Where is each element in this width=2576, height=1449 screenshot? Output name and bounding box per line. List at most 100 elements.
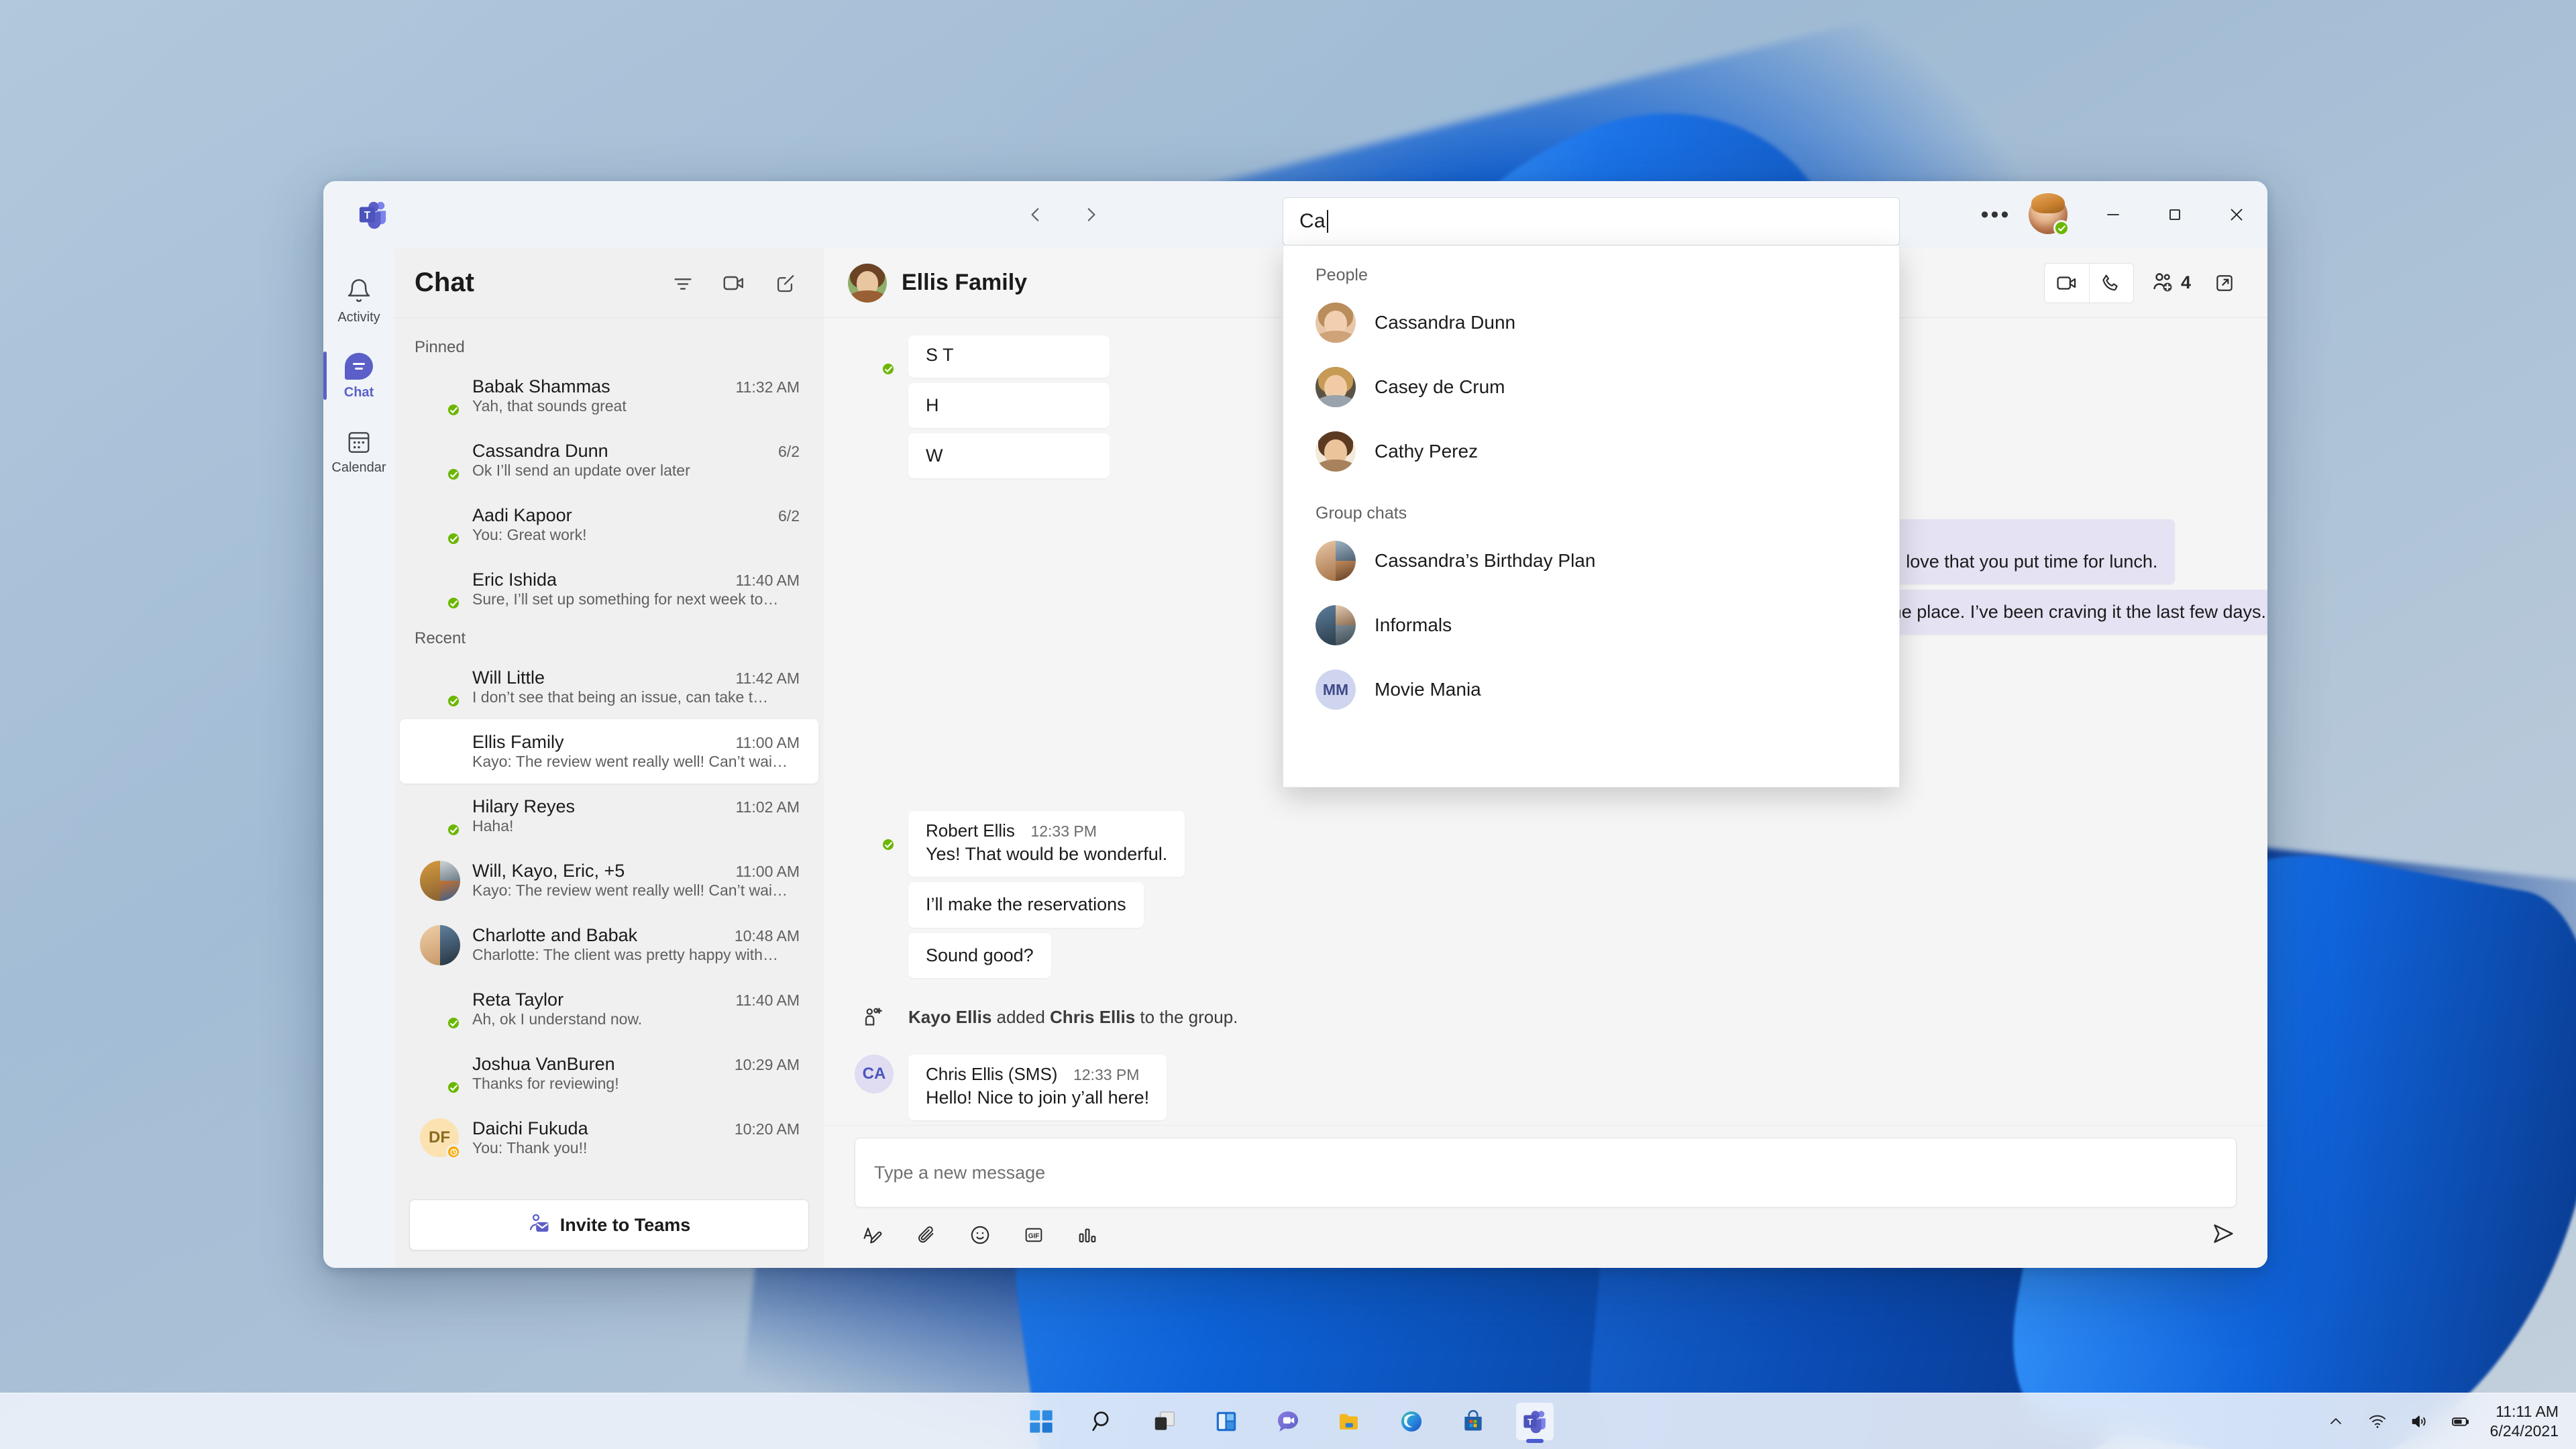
message-sender: Robert Ellis bbox=[926, 820, 1015, 841]
search-result-group[interactable]: Informals bbox=[1283, 593, 1899, 657]
avatar bbox=[855, 811, 896, 853]
list-item-time: 6/2 bbox=[778, 507, 800, 525]
show-hidden-icons-chevron-up-icon[interactable] bbox=[2324, 1409, 2348, 1434]
compose-area: Type a new message GIF bbox=[824, 1125, 2267, 1268]
search-value: Ca bbox=[1299, 210, 1326, 232]
avatar-initials-text: CA bbox=[855, 1054, 894, 1093]
avatar bbox=[420, 667, 461, 708]
emoji-icon[interactable] bbox=[965, 1220, 996, 1250]
section-label-pinned: Pinned bbox=[415, 338, 465, 356]
rail-item-calendar[interactable]: Calendar bbox=[323, 413, 394, 488]
add-member-icon bbox=[855, 998, 894, 1037]
start-button[interactable] bbox=[1022, 1403, 1060, 1440]
conversation-avatar bbox=[848, 263, 887, 303]
list-item[interactable]: Reta Taylor 11:40 AM Ah, ok I understand … bbox=[400, 977, 818, 1041]
message-text: Sound good? bbox=[926, 945, 1034, 965]
chat-icon bbox=[344, 352, 374, 381]
list-item-ellis-family[interactable]: Ellis Family 11:00 AM Kayo: The review we… bbox=[400, 719, 818, 784]
chat-list-panel: Chat Pinned Babak Shammas 11:32 AM Yah, … bbox=[394, 248, 824, 1268]
search-result-name: Cassandra’s Birthday Plan bbox=[1375, 550, 1596, 571]
list-item[interactable]: DF Daichi Fukuda 10:20 AM You: Thank you!… bbox=[400, 1106, 818, 1170]
list-item[interactable]: Hilary Reyes 11:02 AM Haha! bbox=[400, 784, 818, 848]
search-result-group[interactable]: MM Movie Mania bbox=[1283, 657, 1899, 722]
chat-list-actions bbox=[668, 268, 800, 298]
message-input[interactable]: Type a new message bbox=[855, 1138, 2237, 1208]
taskbar-teams-button[interactable]: T bbox=[1516, 1402, 1554, 1440]
taskbar-task-view-button[interactable] bbox=[1146, 1403, 1183, 1440]
avatar bbox=[420, 376, 461, 417]
add-people-button[interactable]: 4 bbox=[2151, 271, 2191, 295]
filter-icon[interactable] bbox=[668, 268, 698, 298]
poll-icon[interactable] bbox=[1072, 1220, 1103, 1250]
attach-icon[interactable] bbox=[911, 1220, 942, 1250]
list-item-time: 11:00 AM bbox=[735, 863, 800, 880]
taskbar-store-button[interactable] bbox=[1454, 1403, 1492, 1440]
section-label-recent: Recent bbox=[415, 629, 466, 647]
presence-badge-away bbox=[446, 1144, 461, 1159]
avatar bbox=[1316, 303, 1356, 343]
format-icon[interactable] bbox=[857, 1220, 888, 1250]
wifi-icon[interactable] bbox=[2365, 1409, 2390, 1434]
search-result-group[interactable]: Cassandra’s Birthday Plan bbox=[1283, 529, 1899, 593]
gif-icon[interactable]: GIF bbox=[1018, 1220, 1049, 1250]
taskbar-search-button[interactable] bbox=[1084, 1403, 1122, 1440]
rail-item-chat[interactable]: Chat bbox=[323, 338, 394, 413]
clock[interactable]: 11:11 AM 6/24/2021 bbox=[2490, 1402, 2559, 1440]
list-item-time: 11:40 AM bbox=[735, 572, 800, 589]
phone-icon[interactable] bbox=[2088, 263, 2133, 303]
avatar-initials: CA bbox=[855, 1054, 894, 1093]
list-item[interactable]: Babak Shammas 11:32 AM Yah, that sounds g… bbox=[400, 364, 818, 428]
taskbar-items: T bbox=[1022, 1402, 1554, 1440]
maximize-button[interactable] bbox=[2144, 181, 2206, 248]
avatar bbox=[420, 441, 461, 482]
send-icon[interactable] bbox=[2210, 1220, 2237, 1250]
back-button[interactable] bbox=[1021, 200, 1051, 229]
volume-icon[interactable] bbox=[2407, 1409, 2431, 1434]
search-input[interactable]: Ca bbox=[1283, 197, 1900, 246]
invite-icon bbox=[528, 1212, 549, 1238]
list-item[interactable]: Eric Ishida 11:40 AM Sure, I’ll set up so… bbox=[400, 557, 818, 621]
list-item-time: 10:48 AM bbox=[734, 927, 800, 945]
close-button[interactable] bbox=[2206, 181, 2267, 248]
taskbar-edge-button[interactable] bbox=[1393, 1403, 1430, 1440]
list-item-name: Hilary Reyes bbox=[472, 796, 576, 816]
taskbar-file-explorer-button[interactable] bbox=[1331, 1403, 1368, 1440]
avatar bbox=[420, 505, 461, 546]
navigation-arrows bbox=[1021, 200, 1106, 229]
list-item[interactable]: Will, Kayo, Eric, +5 11:00 AM Kayo: The r… bbox=[400, 848, 818, 912]
minimize-button[interactable] bbox=[2082, 181, 2144, 248]
message-time: 12:33 PM bbox=[1030, 822, 1097, 841]
system-message: Kayo Ellis added Chris Ellis to the grou… bbox=[855, 998, 2237, 1037]
message-bubble: I’ll make the reservations bbox=[908, 882, 1144, 928]
search-result-person[interactable]: Cassandra Dunn bbox=[1283, 290, 1899, 355]
search-result-person[interactable]: Casey de Crum bbox=[1283, 355, 1899, 419]
list-item[interactable]: Will Little 11:42 AM I don’t see that bei… bbox=[400, 655, 818, 719]
list-item-time: 11:02 AM bbox=[735, 798, 800, 816]
more-options-button[interactable]: ••• bbox=[1971, 190, 2021, 239]
taskbar-widgets-button[interactable] bbox=[1208, 1403, 1245, 1440]
compose-icon[interactable] bbox=[770, 268, 800, 298]
message-sender: Chris Ellis (SMS) bbox=[926, 1063, 1058, 1084]
video-call-icon[interactable] bbox=[2045, 264, 2089, 303]
taskbar-chat-button[interactable] bbox=[1269, 1403, 1307, 1440]
list-item[interactable]: Cassandra Dunn 6/2 Ok I’ll send an update… bbox=[400, 428, 818, 492]
list-item-name: Reta Taylor bbox=[472, 989, 564, 1010]
list-item[interactable]: Aadi Kapoor 6/2 You: Great work! bbox=[400, 492, 818, 557]
battery-icon[interactable] bbox=[2449, 1409, 2473, 1434]
message-text: S bbox=[926, 345, 938, 365]
list-item[interactable]: Joshua VanBuren 10:29 AM Thanks for revie… bbox=[400, 1041, 818, 1106]
user-avatar[interactable] bbox=[2029, 193, 2070, 236]
presence-badge-available bbox=[2053, 220, 2070, 236]
video-call-icon[interactable] bbox=[719, 268, 749, 298]
list-item-preview: Charlotte: The client was pretty happy w… bbox=[472, 946, 778, 963]
rail-item-activity[interactable]: Activity bbox=[323, 263, 394, 338]
dropdown-section-people: People bbox=[1316, 266, 1368, 284]
bell-icon bbox=[344, 276, 374, 306]
invite-to-teams-button[interactable]: Invite to Teams bbox=[409, 1199, 809, 1250]
forward-button[interactable] bbox=[1076, 200, 1106, 229]
compose-toolbar: GIF bbox=[855, 1220, 2237, 1250]
chat-list-scroll[interactable]: Pinned Babak Shammas 11:32 AM Yah, that s… bbox=[394, 318, 824, 1190]
popout-icon[interactable] bbox=[2208, 267, 2241, 299]
list-item[interactable]: Charlotte and Babak 10:48 AM Charlotte: T… bbox=[400, 912, 818, 977]
search-result-person[interactable]: Cathy Perez bbox=[1283, 419, 1899, 484]
